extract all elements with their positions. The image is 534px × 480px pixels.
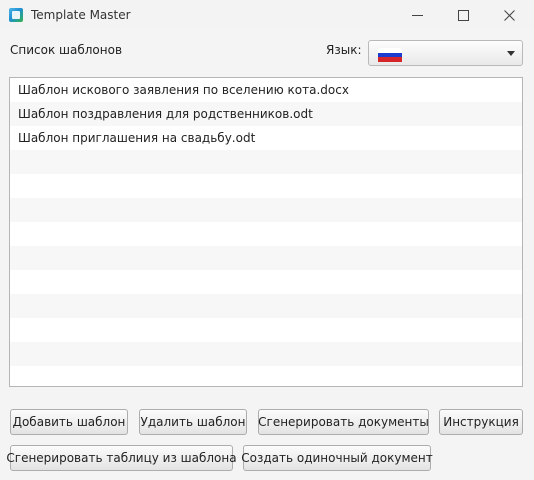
template-list-label: Список шаблонов — [10, 43, 123, 57]
language-label: Язык: — [326, 43, 362, 57]
minimize-button[interactable] — [394, 0, 440, 30]
title-bar[interactable]: Template Master — [0, 0, 534, 30]
template-list[interactable]: Шаблон искового заявления по вселению ко… — [9, 77, 523, 387]
chevron-down-icon — [507, 51, 515, 56]
empty-row — [10, 342, 522, 366]
empty-row — [10, 150, 522, 174]
empty-row — [10, 366, 522, 386]
empty-row — [10, 270, 522, 294]
list-item[interactable]: Шаблон искового заявления по вселению ко… — [10, 78, 522, 102]
empty-row — [10, 294, 522, 318]
window-title: Template Master — [31, 8, 131, 22]
list-item[interactable]: Шаблон поздравления для родственников.od… — [10, 102, 522, 126]
instructions-button[interactable]: Инструкция — [439, 409, 523, 435]
main-window: Template Master Список шаблонов Язык: Ша… — [0, 0, 534, 480]
close-icon — [503, 9, 515, 21]
app-icon — [9, 8, 23, 22]
empty-row — [10, 318, 522, 342]
russian-flag-icon — [378, 48, 402, 63]
create-single-document-button[interactable]: Создать одиночный документ — [241, 445, 433, 471]
generate-documents-button[interactable]: Сгенерировать документы — [258, 409, 429, 435]
empty-row — [10, 174, 522, 198]
minimize-icon — [411, 14, 423, 16]
add-template-button[interactable]: Добавить шаблон — [10, 409, 128, 435]
empty-row — [10, 222, 522, 246]
delete-template-button[interactable]: Удалить шаблон — [139, 409, 247, 435]
empty-row — [10, 246, 522, 270]
maximize-button[interactable] — [440, 0, 486, 30]
language-select[interactable] — [368, 40, 523, 66]
generate-table-button[interactable]: Сгенерировать таблицу из шаблона — [6, 445, 237, 471]
empty-row — [10, 198, 522, 222]
close-button[interactable] — [486, 0, 532, 30]
list-item[interactable]: Шаблон приглашения на свадьбу.odt — [10, 126, 522, 150]
maximize-icon — [457, 9, 469, 21]
